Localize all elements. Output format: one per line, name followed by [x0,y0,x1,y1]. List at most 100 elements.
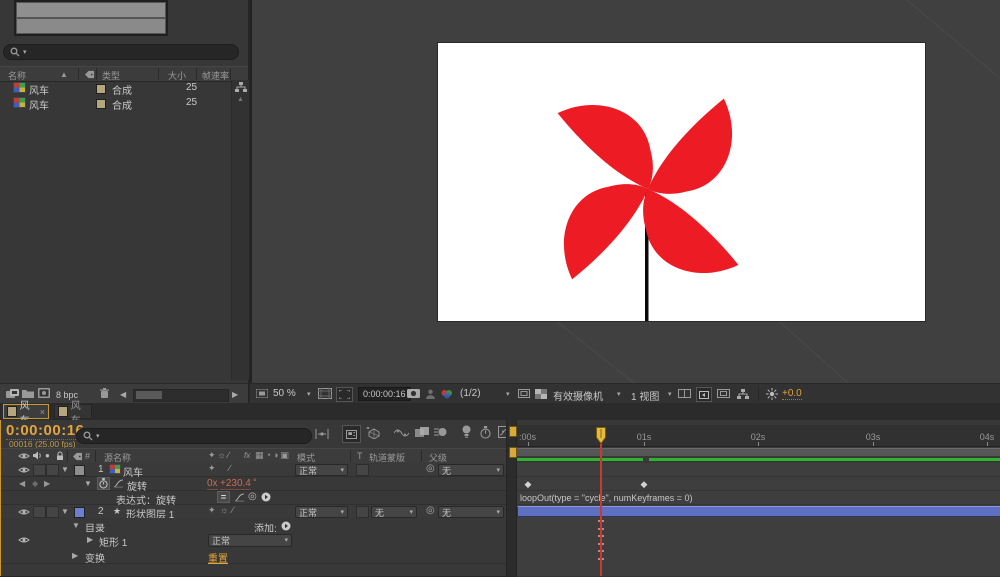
track-row-layer1[interactable] [517,463,1000,477]
expand-arrow[interactable]: ▼ [61,507,69,516]
search-options-caret[interactable]: ▾ [23,49,27,56]
column-number[interactable]: # [85,451,90,461]
track-row-rect1[interactable] [517,532,1000,549]
add-keyframe-icon[interactable]: ◆ [32,479,38,488]
show-channel-icon[interactable] [440,389,454,399]
item-label-swatch[interactable] [96,84,106,94]
label-color-icon[interactable] [84,70,95,79]
layer-row-2[interactable]: ▼ 2 ★ 形状图层 1 ✦ ☼ ∕ 正常 ▾ 无 ▾ ◎ 无 ▾ [1,505,506,521]
transform-row[interactable]: ▶ 变换 重置 [1,548,506,565]
track-row-contents[interactable] [517,518,1000,533]
search-options-caret[interactable]: ▾ [96,433,100,440]
scrollbar-thumb[interactable] [136,391,162,399]
work-area-bar[interactable] [517,447,1000,457]
parent-pickwhip-icon[interactable]: ◎ [426,505,435,516]
zoom-caret[interactable]: ▾ [307,391,311,398]
rect1-row[interactable]: ▶ 矩形 1 正常 ▾ [1,532,506,549]
solo-cell[interactable] [46,506,59,518]
expand-arrow[interactable]: ▼ [61,465,69,474]
mini-flowchart-icon[interactable] [737,389,749,399]
roi-toggle-icon[interactable] [518,389,530,398]
rect1-label[interactable]: 矩形 1 [99,534,127,549]
collapse-switch[interactable]: ✦ [208,505,216,516]
transform-label[interactable]: 变换 [85,550,105,565]
contents-row[interactable]: ▼ 目录 添加: [1,518,506,535]
scroll-right-icon[interactable]: ▶ [232,390,238,399]
flowchart-icon[interactable] [235,82,247,92]
layer1-parent-dropdown[interactable]: 无 ▾ [438,464,504,476]
layer2-parent-dropdown[interactable]: 无 ▾ [438,506,504,518]
in-out-columns-icon[interactable] [315,428,329,440]
trash-icon[interactable] [100,388,109,399]
expression-code[interactable]: loopOut(type = "cycle", numKeyframes = 0… [520,493,692,503]
always-preview-icon[interactable] [256,389,268,398]
quality-switch[interactable]: ∕ [232,505,234,515]
layer-label-swatch[interactable] [74,465,85,476]
rotation-degrees[interactable]: +230.4 [220,478,251,490]
interpret-footage-icon[interactable] [6,389,19,399]
expand-arrow[interactable]: ▼ [84,479,92,488]
project-item-row[interactable]: 风车 合成 25 [0,96,230,112]
playhead-head[interactable] [595,427,607,444]
new-composition-icon[interactable] [38,388,50,398]
share-view-icon[interactable] [678,389,691,398]
trkmat-cell[interactable] [356,464,369,476]
timeline-divider[interactable] [506,420,517,576]
current-timecode[interactable]: 0:00:00:16 [6,422,85,440]
keyframe-diamond[interactable]: ◆ [525,479,532,490]
label-color-icon[interactable] [72,452,83,461]
expression-graph-icon[interactable] [234,493,245,502]
tab-fengche-active[interactable]: 风车 × [3,401,49,427]
comp-mini-flowchart-button[interactable] [342,425,361,443]
resolution-value[interactable]: (1/2) [460,388,481,399]
keyframe-diamond[interactable]: ◆ [641,479,648,490]
eye-icon[interactable] [18,466,30,474]
layer2-mode-dropdown[interactable]: 正常 ▾ [295,506,348,518]
quality-switch[interactable]: ∕ [229,463,231,473]
camera-select[interactable]: 有效摄像机 [553,388,603,403]
safe-margins-icon[interactable] [318,388,332,399]
solo-icon[interactable]: ● [45,451,50,460]
item-label-swatch[interactable] [96,99,106,109]
add-menu-icon[interactable] [281,521,291,531]
rotation-revolutions[interactable]: 0x [207,478,218,490]
prev-keyframe-icon[interactable]: ◀ [19,479,25,488]
navigator-handle[interactable] [509,426,517,437]
next-keyframe-icon[interactable]: ▶ [44,479,50,488]
pixel-aspect-icon[interactable] [717,389,730,398]
timeline-search-input[interactable]: ▾ [76,428,312,444]
reset-exposure-icon[interactable] [766,388,778,400]
view-layout-caret[interactable]: ▾ [668,391,672,398]
tab-fengche-2[interactable]: 风车 [54,401,92,427]
track-row-transform[interactable] [517,548,1000,564]
eye-icon[interactable] [18,536,30,544]
hide-shy-layers-icon[interactable] [394,428,409,437]
expression-row[interactable]: 表达式：旋转 = ◎ [1,491,506,507]
show-snapshot-icon[interactable] [426,389,435,399]
column-t[interactable]: T [357,451,363,461]
transparency-grid-icon[interactable] [535,389,547,399]
workarea-handle[interactable] [509,447,517,458]
rect1-blend-dropdown[interactable]: 正常 ▾ [208,534,292,547]
region-of-interest-icon[interactable] [336,387,353,402]
expression-enable-icon[interactable]: = [217,491,230,503]
expand-arrow[interactable]: ▼ [72,521,80,530]
resolution-caret[interactable]: ▾ [506,391,510,398]
expand-arrow[interactable]: ▶ [72,551,78,560]
expand-arrow[interactable]: ▶ [87,535,93,544]
track-row-rotation[interactable]: ◆ ◆ [517,477,1000,491]
effect-switch[interactable]: ☼ [220,505,228,515]
eye-icon[interactable] [18,452,30,460]
auto-keyframe-icon[interactable] [480,426,491,439]
track-row-expression[interactable]: loopOut(type = "cycle", numKeyframes = 0… [517,491,1000,505]
motion-blur-icon[interactable] [434,427,447,437]
parent-pickwhip-icon[interactable]: ◎ [426,463,435,474]
view-layout-select[interactable]: 1 视图 [631,388,659,403]
time-ruler[interactable]: :00s 01s 02s 03s 04s [517,425,1000,447]
scroll-up-icon[interactable]: ▲ [237,96,244,103]
scroll-left-icon[interactable]: ◀ [120,390,126,399]
project-h-scrollbar[interactable] [133,389,229,402]
audio-cell[interactable] [33,506,46,518]
track-row-layer2[interactable] [517,505,1000,519]
expression-pickwhip-icon[interactable]: ◎ [248,491,257,502]
